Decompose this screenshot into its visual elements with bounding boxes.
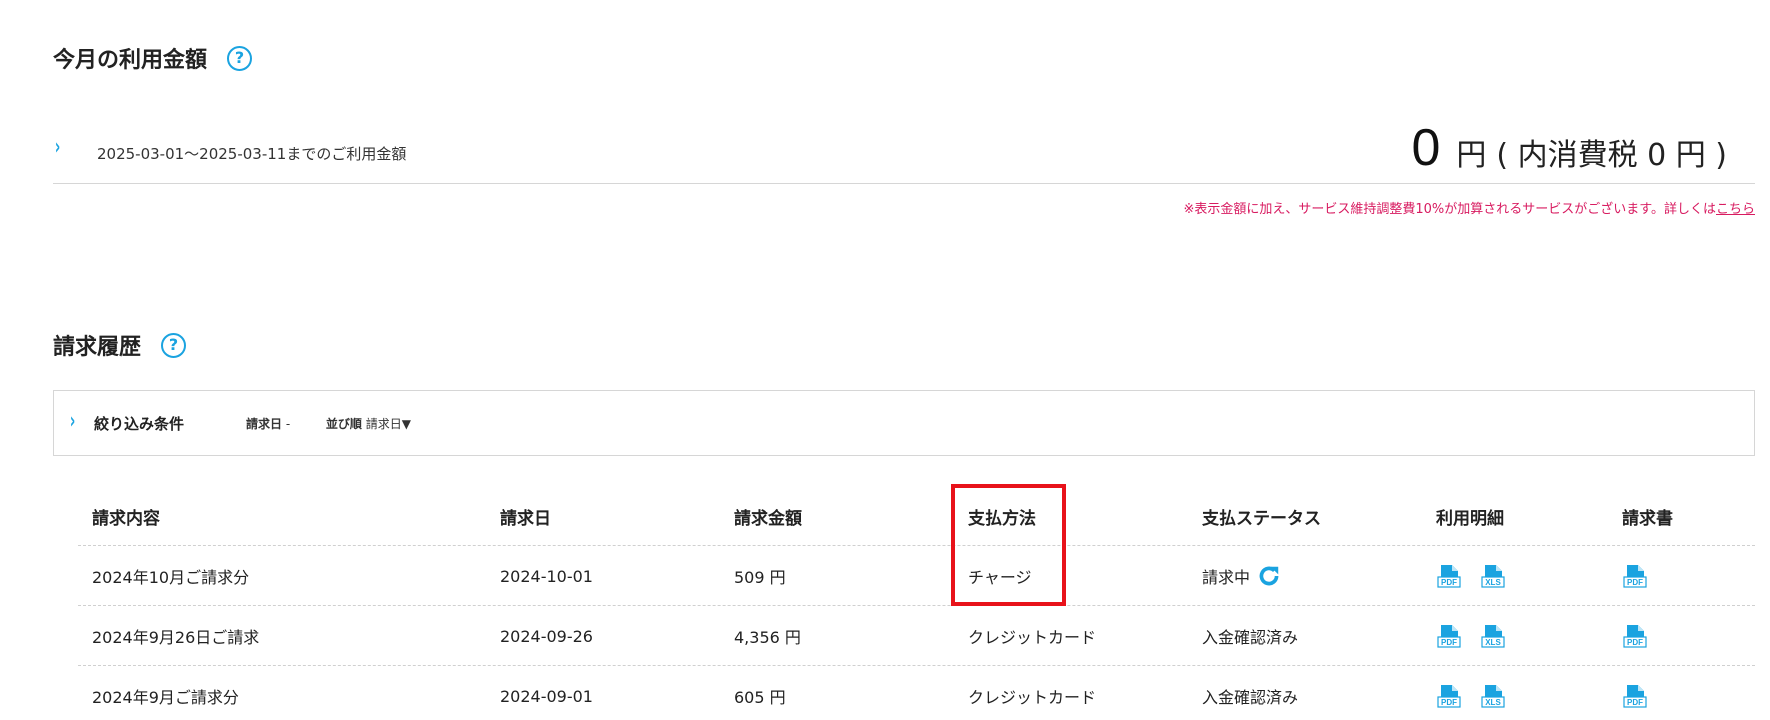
column-header: 請求内容 [92, 508, 160, 529]
filter-sort-label: 並び順 [325, 417, 362, 431]
payment-status-text: 入金確認済み [1202, 688, 1299, 707]
table-row: 2024年9月26日ご請求 2024-09-26 4,356 円 クレジットカー… [78, 606, 1755, 666]
pdf-file-icon[interactable]: PDF [1436, 563, 1462, 589]
column-header: 支払方法 [968, 508, 1036, 529]
filter-label[interactable]: 絞り込み条件 [94, 413, 184, 434]
payment-status: 入金確認済み [1202, 606, 1298, 666]
help-icon[interactable]: ? [161, 332, 187, 358]
fee-notice: ※表示金額に加え、サービス維持調整費10%が加算されるサービスがございます。詳し… [1183, 198, 1755, 217]
history-section-title: 請求履歴 ? [53, 329, 187, 361]
xls-file-icon[interactable]: XLS [1480, 563, 1506, 589]
column-header: 支払ステータス [1202, 508, 1321, 529]
chevron-right-icon[interactable]: › [55, 135, 60, 160]
usage-summary-row[interactable]: › 2025-03-01～2025-03-11までのご利用金額 0 円 ( 内消… [53, 118, 1755, 184]
pdf-file-icon[interactable]: PDF [1622, 563, 1648, 589]
pdf-label: PDF [1441, 578, 1457, 587]
billing-content: 2024年10月ご請求分 [92, 568, 250, 587]
xls-label: XLS [1485, 638, 1501, 647]
billing-date: 2024-09-01 [500, 686, 593, 706]
payment-status-text: 入金確認済み [1202, 628, 1299, 647]
billing-amount: 4,356 円 [734, 628, 801, 647]
usage-section-title: 今月の利用金額 ? [53, 42, 253, 74]
pdf-file-icon[interactable]: PDF [1622, 623, 1648, 649]
filter-sort-value: 請求日▼ [365, 417, 411, 431]
pdf-label: PDF [1627, 698, 1643, 707]
xls-label: XLS [1485, 698, 1501, 707]
fee-notice-text: ※表示金額に加え、サービス維持調整費10%が加算されるサービスがございます。詳し… [1183, 202, 1716, 217]
billing-date: 2024-09-26 [500, 626, 593, 646]
invoice-links: PDF [1622, 546, 1666, 606]
column-header: 請求日 [500, 508, 551, 529]
usage-statement-links: PDF XLS [1436, 546, 1524, 606]
xls-file-icon[interactable]: XLS [1480, 623, 1506, 649]
pdf-file-icon[interactable]: PDF [1436, 623, 1462, 649]
filter-date-label: 請求日 [246, 417, 283, 431]
pdf-label: PDF [1627, 578, 1643, 587]
filter-summary: 請求日 - 並び順 請求日▼ [246, 415, 411, 432]
filter-date-value: - [285, 417, 291, 431]
usage-tax-text: ( 内消費税 0 円 ) [1496, 138, 1727, 173]
xls-file-icon[interactable]: XLS [1480, 683, 1506, 709]
pdf-label: PDF [1627, 638, 1643, 647]
usage-amount: 0 円 ( 内消費税 0 円 ) [1411, 118, 1727, 178]
usage-title: 今月の利用金額 [53, 48, 208, 73]
table-row: 2024年10月ご請求分 2024-10-01 509 円 チャージ 請求中 P… [78, 546, 1755, 606]
table-row: 2024年9月ご請求分 2024-09-01 605 円 クレジットカード 入金… [78, 666, 1755, 720]
column-header: 請求書 [1622, 508, 1673, 529]
filter-panel[interactable]: › 絞り込み条件 請求日 - 並び順 請求日▼ [53, 390, 1755, 456]
pdf-file-icon[interactable]: PDF [1622, 683, 1648, 709]
details-link[interactable]: こちら [1716, 202, 1755, 217]
billing-history-table: 請求内容 請求日 請求金額 支払方法 支払ステータス 利用明細 請求書 2024… [78, 486, 1755, 720]
payment-status: 請求中 [1202, 546, 1282, 606]
pdf-label: PDF [1441, 698, 1457, 707]
payment-status: 入金確認済み [1202, 666, 1298, 720]
payment-status-text: 請求中 [1202, 568, 1251, 587]
history-title: 請求履歴 [53, 335, 142, 360]
usage-statement-links: PDF XLS [1436, 606, 1524, 666]
pdf-file-icon[interactable]: PDF [1436, 683, 1462, 709]
payment-method: チャージ [968, 568, 1032, 587]
pdf-label: PDF [1441, 638, 1457, 647]
table-header-row: 請求内容 請求日 請求金額 支払方法 支払ステータス 利用明細 請求書 [78, 486, 1755, 546]
payment-method: クレジットカード [968, 628, 1097, 647]
column-header: 請求金額 [734, 508, 802, 529]
billing-date: 2024-10-01 [500, 566, 593, 586]
billing-content: 2024年9月26日ご請求 [92, 628, 260, 647]
xls-label: XLS [1485, 578, 1501, 587]
help-icon[interactable]: ? [227, 45, 253, 71]
billing-amount: 509 円 [734, 568, 786, 587]
billing-content: 2024年9月ご請求分 [92, 688, 239, 707]
invoice-links: PDF [1622, 666, 1666, 720]
usage-period: 2025-03-01～2025-03-11までのご利用金額 [97, 145, 407, 163]
usage-statement-links: PDF XLS [1436, 666, 1524, 720]
usage-amount-value: 0 [1411, 119, 1441, 177]
usage-amount-unit: 円 [1456, 138, 1487, 173]
column-header: 利用明細 [1436, 508, 1504, 529]
refresh-icon[interactable] [1256, 563, 1282, 589]
chevron-right-icon[interactable]: › [70, 409, 75, 434]
billing-amount: 605 円 [734, 688, 786, 707]
payment-method: クレジットカード [968, 688, 1097, 707]
invoice-links: PDF [1622, 606, 1666, 666]
